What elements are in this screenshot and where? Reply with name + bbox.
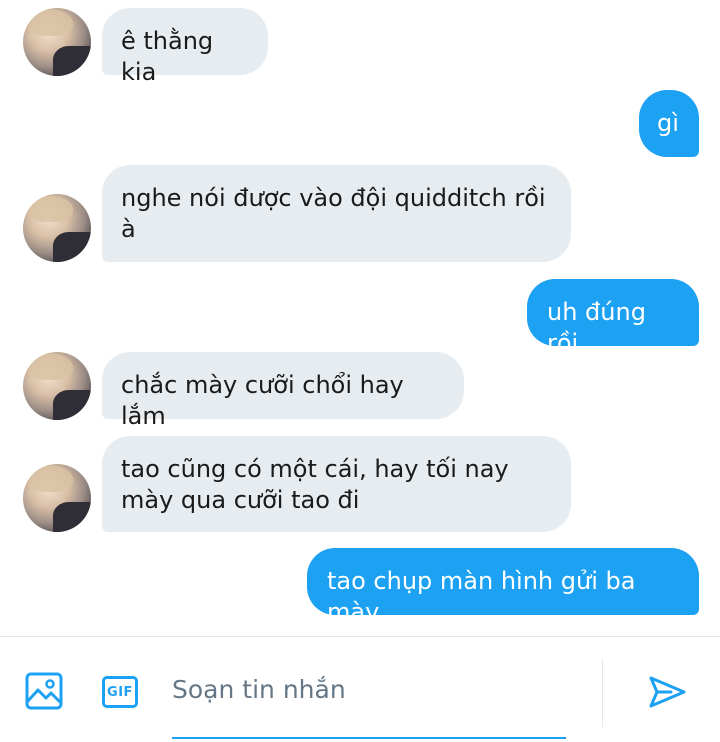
avatar[interactable] <box>23 8 91 76</box>
message-bubble-incoming[interactable]: ê thằng kia <box>102 8 268 86</box>
composer-divider <box>602 659 603 727</box>
message-bubble-incoming[interactable]: nghe nói được vào đội quidditch rồi à <box>102 165 571 262</box>
send-button[interactable] <box>644 671 690 713</box>
message-bubble-outgoing[interactable]: gì <box>639 90 699 157</box>
avatar[interactable] <box>23 194 91 262</box>
message-bubble-incoming[interactable]: chắc mày cưỡi chổi hay lắm <box>102 352 464 430</box>
input-underline <box>172 737 566 739</box>
message-bubble-incoming[interactable]: tao cũng có một cái, hay tối nay mày qua… <box>102 436 571 532</box>
image-icon <box>25 672 63 710</box>
avatar[interactable] <box>23 352 91 420</box>
dm-conversation: ê thằng kia gì nghe nói được vào đội qui… <box>0 0 720 742</box>
add-photo-button[interactable] <box>22 669 66 713</box>
message-composer: GIF <box>0 636 720 742</box>
avatar[interactable] <box>23 464 91 532</box>
gif-icon: GIF <box>102 676 138 708</box>
message-bubble-outgoing[interactable]: uh đúng rồi <box>527 279 699 357</box>
send-icon <box>649 676 686 708</box>
message-input[interactable] <box>172 669 564 709</box>
add-gif-button[interactable]: GIF <box>98 673 142 711</box>
message-bubble-outgoing[interactable]: tao chụp màn hình gửi ba mày <box>307 548 699 626</box>
